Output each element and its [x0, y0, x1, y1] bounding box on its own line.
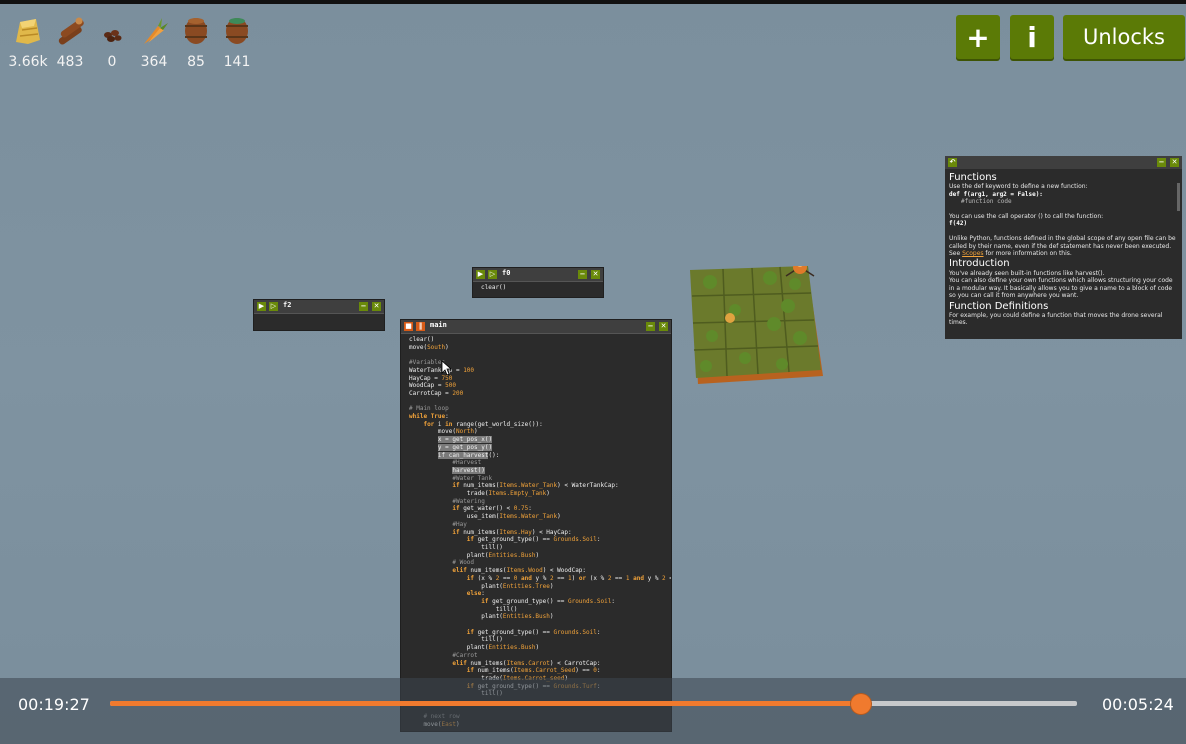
water-barrel-icon: [226, 18, 248, 44]
minimize-button[interactable]: −: [578, 270, 587, 279]
resource-value: 85: [187, 54, 205, 70]
back-button[interactable]: ↶: [948, 158, 957, 167]
resource-value: 3.66k: [8, 54, 48, 70]
pause-button[interactable]: ‖: [416, 322, 425, 331]
docs-text: You can use the call operator () to call…: [949, 213, 1104, 221]
resource-wood: 483: [48, 16, 92, 70]
resource-seeds: 0: [90, 16, 134, 70]
docs-heading: Functions: [949, 172, 997, 183]
farm-grid: [690, 266, 823, 384]
window-title: f0: [502, 269, 511, 277]
code-window-f2[interactable]: ▶ ▷ f2 − ✕: [254, 300, 384, 330]
code-editor[interactable]: clear(): [473, 282, 603, 292]
close-button[interactable]: ✕: [591, 270, 600, 279]
docs-text: See: [949, 250, 963, 258]
docs-text: See Scopes for more information on this.: [949, 250, 1178, 257]
docs-panel[interactable]: ↶ − ✕ Functions Use the def keyword to d…: [945, 156, 1182, 339]
docs-text: You can also define your own functions w…: [949, 277, 1173, 300]
minimize-button[interactable]: −: [359, 302, 368, 311]
carrot-icon: [144, 18, 168, 44]
mouse-cursor-icon: [441, 360, 453, 376]
scopes-link[interactable]: Scopes: [962, 250, 983, 257]
remaining-time: 00:05:24: [1102, 695, 1174, 714]
run-button[interactable]: ▶: [257, 302, 266, 311]
docs-titlebar[interactable]: ↶ − ✕: [945, 156, 1182, 169]
window-title: main: [430, 321, 447, 329]
resource-hay: 3.66k: [6, 16, 50, 70]
docs-text: Use the def keyword to define a new func…: [949, 183, 1088, 191]
seek-progress: [110, 701, 862, 706]
window-title: f2: [283, 301, 292, 309]
resource-carrot: 364: [132, 16, 176, 70]
top-border: [0, 0, 1186, 4]
add-button[interactable]: +: [956, 15, 1000, 59]
code-window-main[interactable]: ■ ‖ main − ✕ clear() move(South) #Variab…: [401, 320, 671, 731]
docs-text: Unlike Python, functions defined in the …: [949, 235, 1176, 250]
run-button[interactable]: ▶: [476, 270, 485, 279]
docs-heading: Introduction: [949, 258, 1010, 270]
elapsed-time: 00:19:27: [18, 695, 90, 714]
stop-button[interactable]: ■: [404, 322, 413, 331]
docs-text: For example, you could define a function…: [949, 311, 1163, 327]
video-controls: [0, 678, 1186, 744]
resource-value: 364: [140, 54, 168, 70]
docs-scrollbar[interactable]: [1177, 183, 1180, 211]
hay-icon: [16, 19, 40, 44]
unlocks-button[interactable]: Unlocks: [1063, 15, 1185, 59]
docs-code: #function code: [961, 198, 1012, 206]
step-button[interactable]: ▷: [269, 302, 278, 311]
step-button[interactable]: ▷: [488, 270, 497, 279]
docs-code: def f(arg1, arg2 = False):: [949, 190, 1043, 198]
info-button[interactable]: i: [1010, 15, 1054, 59]
seek-bar[interactable]: [110, 694, 1077, 714]
docs-text: You've already seen built-in functions l…: [949, 269, 1105, 277]
close-button[interactable]: ✕: [1170, 158, 1179, 167]
docs-code: f(42): [949, 220, 968, 228]
resource-pumpkin: 85: [174, 16, 218, 70]
docs-text: for more information on this.: [983, 250, 1072, 258]
window-titlebar[interactable]: ▶ ▷ f0 − ✕: [473, 268, 603, 282]
docs-heading: Function Definitions: [949, 300, 1049, 312]
pumpkin-barrel-icon: [185, 18, 207, 44]
code-editor[interactable]: clear() move(South) #Variables WaterTank…: [401, 334, 671, 729]
window-titlebar[interactable]: ■ ‖ main − ✕: [401, 320, 671, 334]
code-window-f0[interactable]: ▶ ▷ f0 − ✕ clear(): [473, 268, 603, 297]
resource-water: 141: [215, 16, 259, 70]
resource-value: 0: [107, 54, 117, 70]
resource-value: 483: [56, 54, 84, 70]
window-titlebar[interactable]: ▶ ▷ f2 − ✕: [254, 300, 384, 314]
close-button[interactable]: ✕: [659, 322, 668, 331]
resource-value: 141: [223, 54, 251, 70]
minimize-button[interactable]: −: [1157, 158, 1166, 167]
seeds-icon: [104, 30, 122, 42]
minimize-button[interactable]: −: [646, 322, 655, 331]
close-button[interactable]: ✕: [372, 302, 381, 311]
wood-icon: [58, 17, 84, 45]
